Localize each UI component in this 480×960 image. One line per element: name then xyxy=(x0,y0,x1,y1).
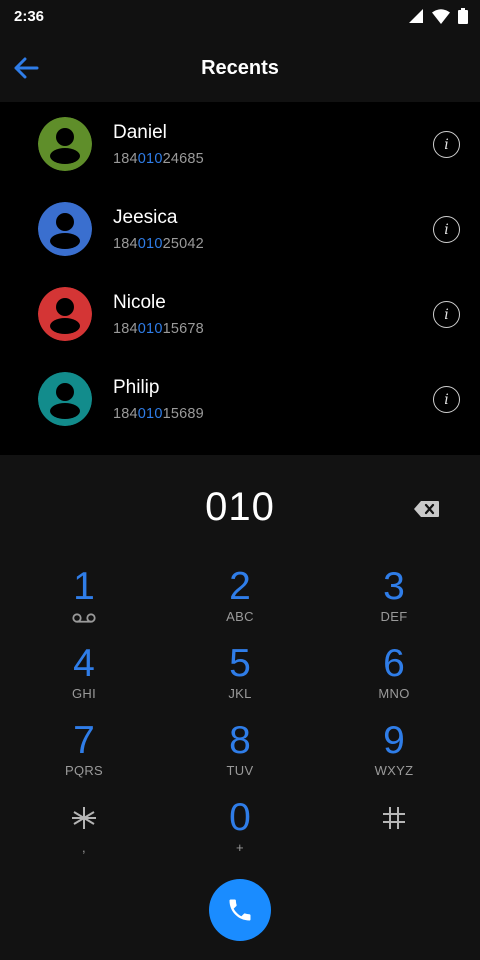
phone-icon xyxy=(229,899,251,921)
person-icon xyxy=(38,117,92,171)
avatar xyxy=(38,117,92,171)
contact-name: Philip xyxy=(113,377,160,398)
dialpad: 010 1 2 ABC 3 DEF 4 GHI 5 JKL 6 MNO 7 PQ… xyxy=(0,455,480,960)
contact-number: 18401024685 xyxy=(113,151,204,167)
star-icon xyxy=(24,796,144,840)
battery-icon xyxy=(458,8,468,24)
status-icons xyxy=(408,8,468,24)
person-icon xyxy=(38,372,92,426)
contact-row[interactable]: Philip 18401015689 i xyxy=(0,357,480,442)
voicemail-icon xyxy=(24,609,144,627)
key-digit: 6 xyxy=(383,642,405,685)
key-letters: PQRS xyxy=(64,763,104,778)
pound-icon xyxy=(334,796,454,840)
person-icon xyxy=(38,287,92,341)
status-time: 2:36 xyxy=(14,8,45,25)
key-letters: GHI xyxy=(71,686,96,701)
contact-number: 18401015689 xyxy=(113,406,204,422)
recents-list: Daniel 18401024685 i Jeesica 18401025042… xyxy=(0,102,480,455)
info-icon[interactable]: i xyxy=(433,216,460,243)
key-6[interactable]: 6 MNO xyxy=(334,642,454,714)
contact-row[interactable]: Daniel 18401024685 i xyxy=(0,102,480,187)
page-title: Recents xyxy=(201,57,279,79)
info-icon[interactable]: i xyxy=(433,131,460,158)
matched-digits: 010 xyxy=(137,236,163,252)
avatar xyxy=(38,202,92,256)
backspace-button[interactable] xyxy=(408,495,446,523)
key-3[interactable]: 3 DEF xyxy=(334,565,454,637)
wifi-icon xyxy=(432,8,450,24)
key-7[interactable]: 7 PQRS xyxy=(24,719,144,791)
key-digit: 3 xyxy=(383,565,405,608)
key-1[interactable]: 1 xyxy=(24,565,144,637)
key-5[interactable]: 5 JKL xyxy=(180,642,300,714)
backspace-icon xyxy=(414,501,439,517)
avatar xyxy=(38,287,92,341)
contact-name: Nicole xyxy=(113,292,166,313)
key-9[interactable]: 9 WXYZ xyxy=(334,719,454,791)
key-digit: 0 xyxy=(229,796,251,839)
contact-number: 18401015678 xyxy=(113,321,204,337)
key-4[interactable]: 4 GHI xyxy=(24,642,144,714)
person-icon xyxy=(38,202,92,256)
key-star[interactable]: , xyxy=(24,796,144,868)
status-bar: 2:36 xyxy=(0,0,480,34)
key-digit: 7 xyxy=(73,719,95,762)
info-icon[interactable]: i xyxy=(433,386,460,413)
cell-signal-icon xyxy=(409,9,423,23)
contact-name: Daniel xyxy=(113,122,167,143)
key-letters: DEF xyxy=(380,609,408,624)
contact-name: Jeesica xyxy=(113,207,178,228)
key-letters: TUV xyxy=(226,763,254,778)
key-digit: 4 xyxy=(73,642,95,685)
info-icon[interactable]: i xyxy=(433,301,460,328)
key-digit: 1 xyxy=(73,565,95,608)
key-8[interactable]: 8 TUV xyxy=(180,719,300,791)
key-letters: JKL xyxy=(228,686,252,701)
matched-digits: 010 xyxy=(137,321,163,337)
call-button[interactable] xyxy=(209,879,271,941)
contact-number: 18401025042 xyxy=(113,236,204,252)
app-bar: Recents xyxy=(0,34,480,102)
matched-digits: 010 xyxy=(137,151,163,167)
contact-row[interactable]: Nicole 18401015678 i xyxy=(0,272,480,357)
key-digit: 2 xyxy=(229,565,251,608)
key-letters: , xyxy=(82,840,86,855)
key-letters: ABC xyxy=(226,609,254,624)
matched-digits: 010 xyxy=(137,406,163,422)
contact-row[interactable]: Jeesica 18401025042 i xyxy=(0,187,480,272)
key-letters: MNO xyxy=(378,686,410,701)
key-2[interactable]: 2 ABC xyxy=(180,565,300,637)
key-digit: 5 xyxy=(229,642,251,685)
key-letters: + xyxy=(236,840,244,855)
avatar xyxy=(38,372,92,426)
key-digit: 8 xyxy=(229,719,251,762)
key-0[interactable]: 0 + xyxy=(180,796,300,868)
key-pound[interactable] xyxy=(334,796,454,868)
key-digit: 9 xyxy=(383,719,405,762)
key-letters: WXYZ xyxy=(374,763,414,778)
